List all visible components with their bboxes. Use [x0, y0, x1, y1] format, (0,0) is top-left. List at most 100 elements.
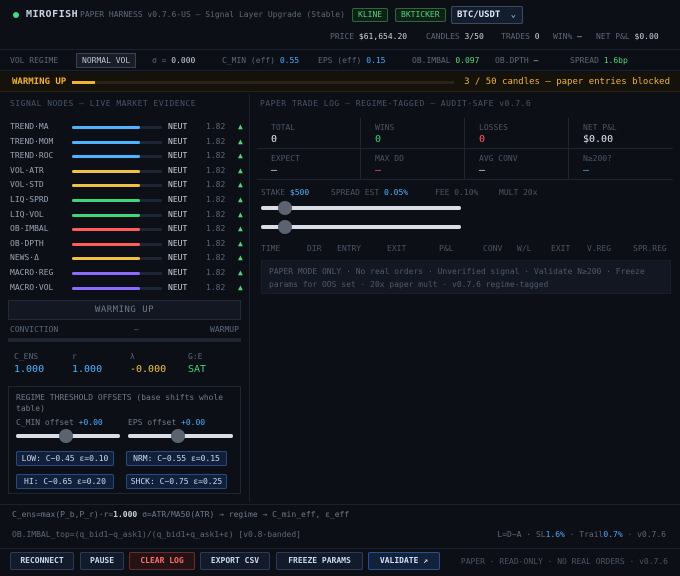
triangle-up-icon: ▲ [238, 224, 243, 234]
trade-stat-label: TOTAL [271, 123, 296, 132]
signal-node-row: LIQ·SPRD NEUT 1.82 ▲ [10, 195, 243, 207]
preset-hi-button[interactable]: HI: C−0.65 ε=0.20 [16, 474, 114, 489]
candles-stat: CANDLES 3/50 [426, 32, 484, 41]
pair-select[interactable]: BTC/USDT ⌄ [451, 6, 523, 24]
triangle-up-icon: ▲ [238, 136, 243, 146]
signal-node-bar-fill [72, 228, 140, 232]
trade-table-header[interactable]: W/L [517, 244, 531, 253]
signal-node-bar [72, 155, 162, 159]
eps-offset-slider[interactable] [128, 429, 233, 443]
cmin-offset-slider[interactable] [16, 429, 120, 443]
signal-node-value: 1.82 [206, 151, 226, 161]
signal-node-row: OB·DPTH NEUT 1.82 ▲ [10, 239, 243, 251]
signal-node-state: NEUT [168, 165, 188, 175]
trade-stat-wins: WINS 0 [361, 118, 465, 149]
signal-node-bar [72, 286, 162, 290]
triangle-up-icon: ▲ [238, 122, 243, 131]
signal-node-value: 1.82 [206, 209, 226, 219]
signal-node-value: 1.82 [206, 195, 226, 204]
stake-slider[interactable] [261, 201, 461, 215]
trade-table-header[interactable]: SPR.REG [633, 244, 667, 253]
preset-low-button[interactable]: LOW: C−0.45 ε=0.10 [16, 451, 114, 466]
spread-slider[interactable] [261, 220, 461, 234]
conviction-value: — [134, 325, 139, 334]
preset-shck-button[interactable]: SHCK: C−0.75 ε=0.25 [126, 474, 227, 489]
eps-offset-label: EPS offset +0.00 [128, 418, 206, 427]
signal-node-name: TREND·MA [10, 122, 49, 131]
validate-button[interactable]: VALIDATE ↗ [368, 552, 440, 570]
signal-node-state: NEUT [168, 268, 188, 277]
signal-node-row: MACRO·VOL NEUT 1.82 ▲ [10, 282, 243, 295]
trade-stat-value: 0 [479, 134, 486, 145]
trade-stat-value: 0 [271, 134, 278, 145]
eps-offset-slider-handle[interactable] [171, 429, 186, 443]
trade-table-header[interactable]: CONV [483, 244, 502, 253]
trade-stat-max-dd: MAX DD — [361, 149, 465, 180]
signal-node-name: LIQ·SPRD [10, 195, 49, 204]
formula-line-orderbook: OB.IMBAL_top=(q_bid1−q_ask1)/(q_bid1+q_a… [12, 530, 666, 539]
signal-node-bar-fill [72, 242, 140, 246]
trade-stat-label: WINS [375, 123, 395, 132]
vol-regime-label: VOL REGIME [10, 56, 59, 65]
trades-stat: TRADES 0 [501, 32, 540, 41]
triangle-up-icon: ▲ [238, 209, 243, 219]
triangle-up-icon: ▲ [238, 180, 243, 190]
spread-slider-handle[interactable] [278, 220, 292, 234]
price-stat: PRICE $61,654.20 [330, 32, 408, 41]
trade-stat-avg-conv: AVG CONV — [465, 149, 569, 180]
metric-c-ens: C_ENS 1.000 [14, 352, 45, 375]
signal-node-value: 1.82 [206, 180, 226, 190]
export-csv-button[interactable]: EXPORT CSV [200, 552, 270, 570]
cmin-offset-slider-handle[interactable] [58, 429, 73, 443]
warmup-message: 3 / 50 candles — paper entries blocked [464, 77, 670, 87]
stake-slider-handle[interactable] [278, 201, 292, 215]
signal-node-value: 1.82 [206, 165, 226, 175]
trade-stat-expect: EXPECT — [257, 149, 361, 180]
warmup-status-box: WARMING UP [8, 300, 241, 320]
trade-table-header[interactable]: V.REG [587, 244, 611, 253]
trade-log-panel: PAPER TRADE LOG — REGIME-TAGGED — AUDIT-… [251, 94, 680, 502]
conviction-bar [8, 338, 241, 342]
signal-node-value: 1.82 [206, 253, 226, 263]
conviction-state: WARMUP [210, 325, 239, 334]
trade-table-header[interactable]: DIR [307, 244, 321, 253]
signal-node-bar-fill [72, 184, 140, 188]
trade-stat-net-p-l: NET P&L $0.00 [569, 118, 673, 149]
trade-table-header[interactable]: TIME [261, 244, 280, 253]
triangle-up-icon: ▲ [238, 195, 243, 204]
trade-table-header[interactable]: ENTRY [337, 244, 361, 253]
trade-table-header[interactable]: EXIT [551, 244, 570, 253]
freeze-params-button[interactable]: FREEZE PARAMS [276, 552, 363, 570]
signal-node-value: 1.82 [206, 282, 226, 292]
feed-badge-kline: KLINE [352, 8, 389, 22]
reconnect-button[interactable]: RECONNECT [10, 552, 74, 570]
trade-table-header[interactable]: P&L [439, 244, 453, 253]
signal-node-state: NEUT [168, 151, 188, 161]
preset-nrm-button[interactable]: NRM: C−0.55 ε=0.15 [126, 451, 227, 466]
spread-est-config: SPREAD EST 0.05% [331, 188, 409, 197]
warmup-label: WARMING UP [12, 77, 67, 87]
triangle-up-icon: ▲ [238, 165, 243, 175]
trade-stat-label: N≥200? [583, 154, 612, 163]
spread-stat: SPREAD 1.6bp [570, 56, 628, 65]
signal-node-name: OB·IMBAL [10, 224, 49, 234]
signal-node-bar [72, 257, 162, 261]
trade-stat-value: $0.00 [583, 134, 614, 145]
cmin-offset-label: C_MIN offset +0.00 [16, 418, 103, 427]
signal-node-row: NEWS·Δ NEUT 1.82 ▲ [10, 253, 243, 265]
signal-node-state: NEUT [168, 253, 188, 263]
fee-config: FEE 0.10% [435, 188, 479, 197]
metric-lambda: λ -0.000 [130, 352, 167, 375]
signal-node-bar-fill [72, 126, 140, 129]
signal-node-row: VOL·ATR NEUT 1.82 ▲ [10, 165, 243, 178]
regime-bar: VOL REGIME NORMAL VOL σ = 0.000 C_MIN (e… [0, 49, 680, 71]
pause-button[interactable]: PAUSE [80, 552, 124, 570]
signal-node-bar-fill [72, 213, 140, 217]
signal-node-row: TREND·MA NEUT 1.82 ▲ [10, 122, 243, 134]
signal-node-name: TREND·MOM [10, 136, 54, 146]
trade-table-header[interactable]: EXIT [387, 244, 406, 253]
signal-node-name: MACRO·VOL [10, 282, 54, 292]
signal-node-bar [72, 228, 162, 232]
clear-log-button[interactable]: CLEAR LOG [129, 552, 195, 570]
signal-node-value: 1.82 [206, 122, 226, 131]
